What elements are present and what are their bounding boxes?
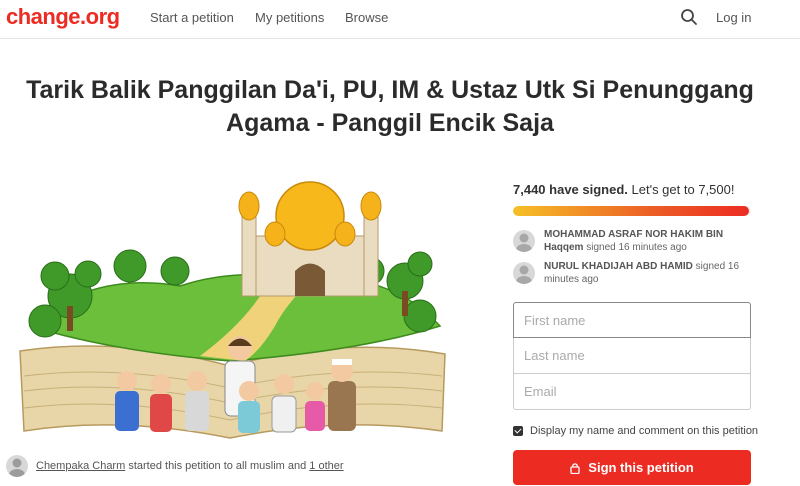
user-icon xyxy=(516,265,532,284)
display-name-checkbox[interactable] xyxy=(513,426,523,436)
email-field[interactable] xyxy=(513,374,751,410)
first-name-field[interactable] xyxy=(513,302,751,338)
petition-image xyxy=(19,181,446,439)
recent-signer: MOHAMMAD ASRAF NOR HAKIM BIN Haqqem sign… xyxy=(513,228,751,254)
starter-name-link[interactable]: Chempaka Charm xyxy=(36,460,125,472)
nav-browse[interactable]: Browse xyxy=(345,10,388,25)
signer-avatar xyxy=(513,262,535,284)
search-icon[interactable] xyxy=(680,8,698,26)
signer-name: NURUL KHADIJAH ABD HAMID xyxy=(544,261,693,272)
login-link[interactable]: Log in xyxy=(716,10,751,25)
user-icon xyxy=(9,458,25,477)
lock-icon xyxy=(570,462,580,474)
nav-start-petition[interactable]: Start a petition xyxy=(150,10,234,25)
signed-count-text: 7,440 have signed. xyxy=(513,182,628,197)
sign-petition-button[interactable]: Sign this petition xyxy=(513,450,751,485)
user-icon xyxy=(516,233,532,252)
signature-progress-fill xyxy=(513,206,750,216)
petition-title-line2: Agama - Panggil Encik Saja xyxy=(226,109,554,137)
signer-avatar xyxy=(513,230,535,252)
sign-form xyxy=(513,302,751,410)
display-name-label: Display my name and comment on this peti… xyxy=(530,425,759,437)
petition-title-line1: Tarik Balik Panggilan Da'i, PU, IM & Ust… xyxy=(26,76,754,104)
sign-petition-label: Sign this petition xyxy=(588,460,694,475)
signature-count: 7,440 have signed. Let's get to 7,500! xyxy=(513,182,734,197)
signer-time: signed 16 minutes ago xyxy=(583,242,687,253)
recent-signer: NURUL KHADIJAH ABD HAMID signed 16 minut… xyxy=(513,260,751,286)
nav-my-petitions[interactable]: My petitions xyxy=(255,10,324,25)
petition-title: Tarik Balik Panggilan Da'i, PU, IM & Ust… xyxy=(10,74,770,140)
display-name-option: Display my name and comment on this peti… xyxy=(513,425,758,437)
signature-progress-bar xyxy=(513,206,751,216)
starter-avatar xyxy=(6,455,28,477)
petition-starter: Chempaka Charm started this petition to … xyxy=(6,455,344,477)
change-org-logo[interactable]: change.org xyxy=(6,4,120,30)
last-name-field[interactable] xyxy=(513,338,751,374)
top-navbar: change.org Start a petition My petitions… xyxy=(0,0,800,39)
starter-text: started this petition to all muslim and xyxy=(125,460,310,472)
starter-others-link[interactable]: 1 other xyxy=(309,460,343,472)
signed-goal-text: Let's get to 7,500! xyxy=(627,182,735,197)
